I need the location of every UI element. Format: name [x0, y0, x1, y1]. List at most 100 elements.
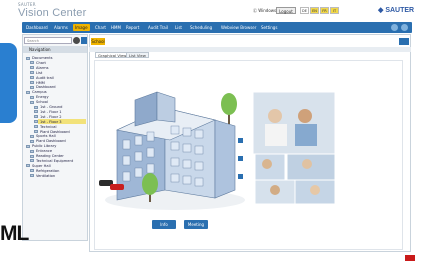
sidebar-item-label: Sports Hall [36, 134, 56, 139]
sidebar-item-label: 1st - Floor 3 [40, 119, 62, 124]
sidebar-item-label: School [36, 100, 48, 105]
lang-de-button[interactable]: DE [300, 7, 309, 14]
company-logo: ◆ SAUTER [378, 7, 415, 14]
sidebar-item-label: 1st - Floor 2 [40, 114, 62, 119]
sidebar-item-label: 1st - Floor 1 [40, 109, 62, 114]
folder-icon [30, 95, 34, 99]
sidebar-item[interactable]: HMM [30, 81, 45, 85]
sidebar-item[interactable]: Energy [30, 95, 49, 99]
folder-icon [34, 110, 38, 114]
sidebar-item[interactable]: Chart [30, 61, 46, 65]
sidebar-item[interactable]: Alarms [30, 66, 48, 70]
search-icon[interactable] [73, 37, 80, 44]
sidebar-item-label: Campus [32, 90, 47, 95]
menu-image[interactable]: Image [73, 24, 90, 31]
meeting-button[interactable]: Meeting [184, 220, 208, 229]
folder-icon [30, 61, 34, 65]
folder-icon [30, 81, 34, 84]
sidebar-item[interactable]: Sports Hall [30, 134, 56, 138]
menu-hmm[interactable]: HMM [109, 24, 123, 31]
sidebar-item[interactable]: Documents [26, 56, 53, 60]
folder-icon [26, 164, 30, 168]
sidebar-item[interactable]: 1st - Ground [34, 105, 62, 109]
menu-alarms[interactable]: Alarms [52, 24, 70, 31]
menu-webview-browser[interactable]: Webview Browser [219, 24, 258, 31]
info-button[interactable]: Info [152, 220, 176, 229]
folder-icon [30, 100, 34, 104]
building-illustration[interactable] [95, 60, 403, 220]
sidebar-item[interactable]: 1st - Floor 3 [34, 120, 62, 124]
sidebar-item[interactable]: Public Library [26, 144, 56, 148]
sidebar-item[interactable]: List [30, 71, 42, 75]
sidebar-item-label: Ventilation [36, 173, 56, 178]
sidebar-item-label: Audit trail [36, 75, 54, 80]
go-button[interactable] [81, 37, 87, 44]
menu-audit-trail[interactable]: Audit Trail [146, 24, 170, 31]
menu-chart[interactable]: Chart [93, 24, 108, 31]
sidebar-item[interactable]: Super Hall [26, 164, 51, 168]
sidebar-item-label: Plant Dashboard [40, 129, 70, 134]
folder-icon [26, 90, 30, 94]
folder-icon [30, 174, 34, 178]
sidebar-item-label: Plant Dashboard [36, 139, 66, 144]
info-icon[interactable] [391, 24, 398, 31]
sidebar-item[interactable]: Reading Center [30, 154, 64, 158]
logout-button[interactable]: Logout [276, 7, 296, 14]
folder-icon [30, 159, 34, 163]
folder-icon [26, 144, 30, 148]
folder-icon [30, 154, 34, 158]
sidebar-item[interactable]: Ventilation [30, 174, 55, 178]
navigation-header: Navigation [23, 46, 87, 53]
folder-icon [30, 149, 34, 153]
sidebar-item-label: Reading Center [36, 154, 64, 158]
sidebar-item-label: Energy [36, 95, 49, 100]
folder-icon [34, 105, 38, 109]
sidebar-item-label: Technical [40, 124, 57, 129]
sidebar-item-label: Refrigeration [36, 168, 60, 173]
sidebar-item[interactable]: Plant Dashboard [30, 139, 66, 143]
sidebar-item[interactable]: Entrance [30, 149, 52, 153]
sidebar-item[interactable]: Dashboard [30, 85, 56, 89]
lang-it-button[interactable]: IT [330, 7, 339, 14]
menu-settings[interactable]: Settings [259, 24, 279, 31]
sidebar-item-label: List [36, 70, 43, 75]
menu-dashboard[interactable]: Dashboard [24, 24, 50, 31]
user-name: Ⓒ Windows [253, 8, 277, 13]
view-options-icon[interactable] [399, 38, 409, 45]
folder-icon [30, 66, 34, 70]
sidebar-item[interactable]: 1st - Floor 2 [34, 115, 62, 119]
sidebar-item[interactable]: Technical Equipment [30, 159, 73, 163]
sidebar-item-label: Technical Equipment [36, 158, 74, 163]
search-input[interactable]: Search [24, 37, 72, 44]
sidebar-item[interactable]: Audit trail [30, 76, 54, 80]
folder-icon [30, 134, 34, 138]
folder-icon [30, 71, 34, 75]
tab-graphical-view[interactable]: Graphical View [95, 52, 130, 58]
tab-list-view[interactable]: List View [126, 52, 149, 58]
help-icon[interactable] [401, 24, 408, 31]
sidebar-item[interactable]: Refrigeration [30, 169, 59, 173]
sidebar-item[interactable]: 1st - Floor 1 [34, 110, 62, 114]
folder-icon [30, 85, 34, 89]
sidebar-item-label: Public Library [32, 144, 57, 149]
folder-icon [34, 130, 38, 133]
overlay-text: ML [0, 222, 29, 245]
sidebar-item[interactable]: School [30, 100, 48, 104]
folder-icon [34, 125, 38, 129]
menu-report[interactable]: Report [124, 24, 141, 31]
folder-icon [30, 169, 34, 173]
sidebar-item-label: Alarms [36, 65, 49, 70]
lang-en-button[interactable]: EN [310, 7, 319, 14]
sidebar-item[interactable]: Plant Dashboard [34, 130, 70, 134]
sidebar-item[interactable]: Technical [34, 125, 57, 129]
menu-scheduling[interactable]: Scheduling [188, 24, 214, 31]
folder-icon [34, 120, 38, 124]
menu-list[interactable]: List [173, 24, 184, 31]
sidebar-item[interactable]: Campus [26, 90, 47, 94]
sidebar-item-label: 1st - Ground [40, 105, 63, 109]
blue-side-overlay [0, 43, 17, 123]
folder-icon [34, 115, 38, 119]
breadcrumb[interactable]: School [91, 38, 105, 45]
lang-fr-button[interactable]: FR [320, 7, 329, 14]
sidebar-item-label: Dashboard [36, 85, 56, 90]
